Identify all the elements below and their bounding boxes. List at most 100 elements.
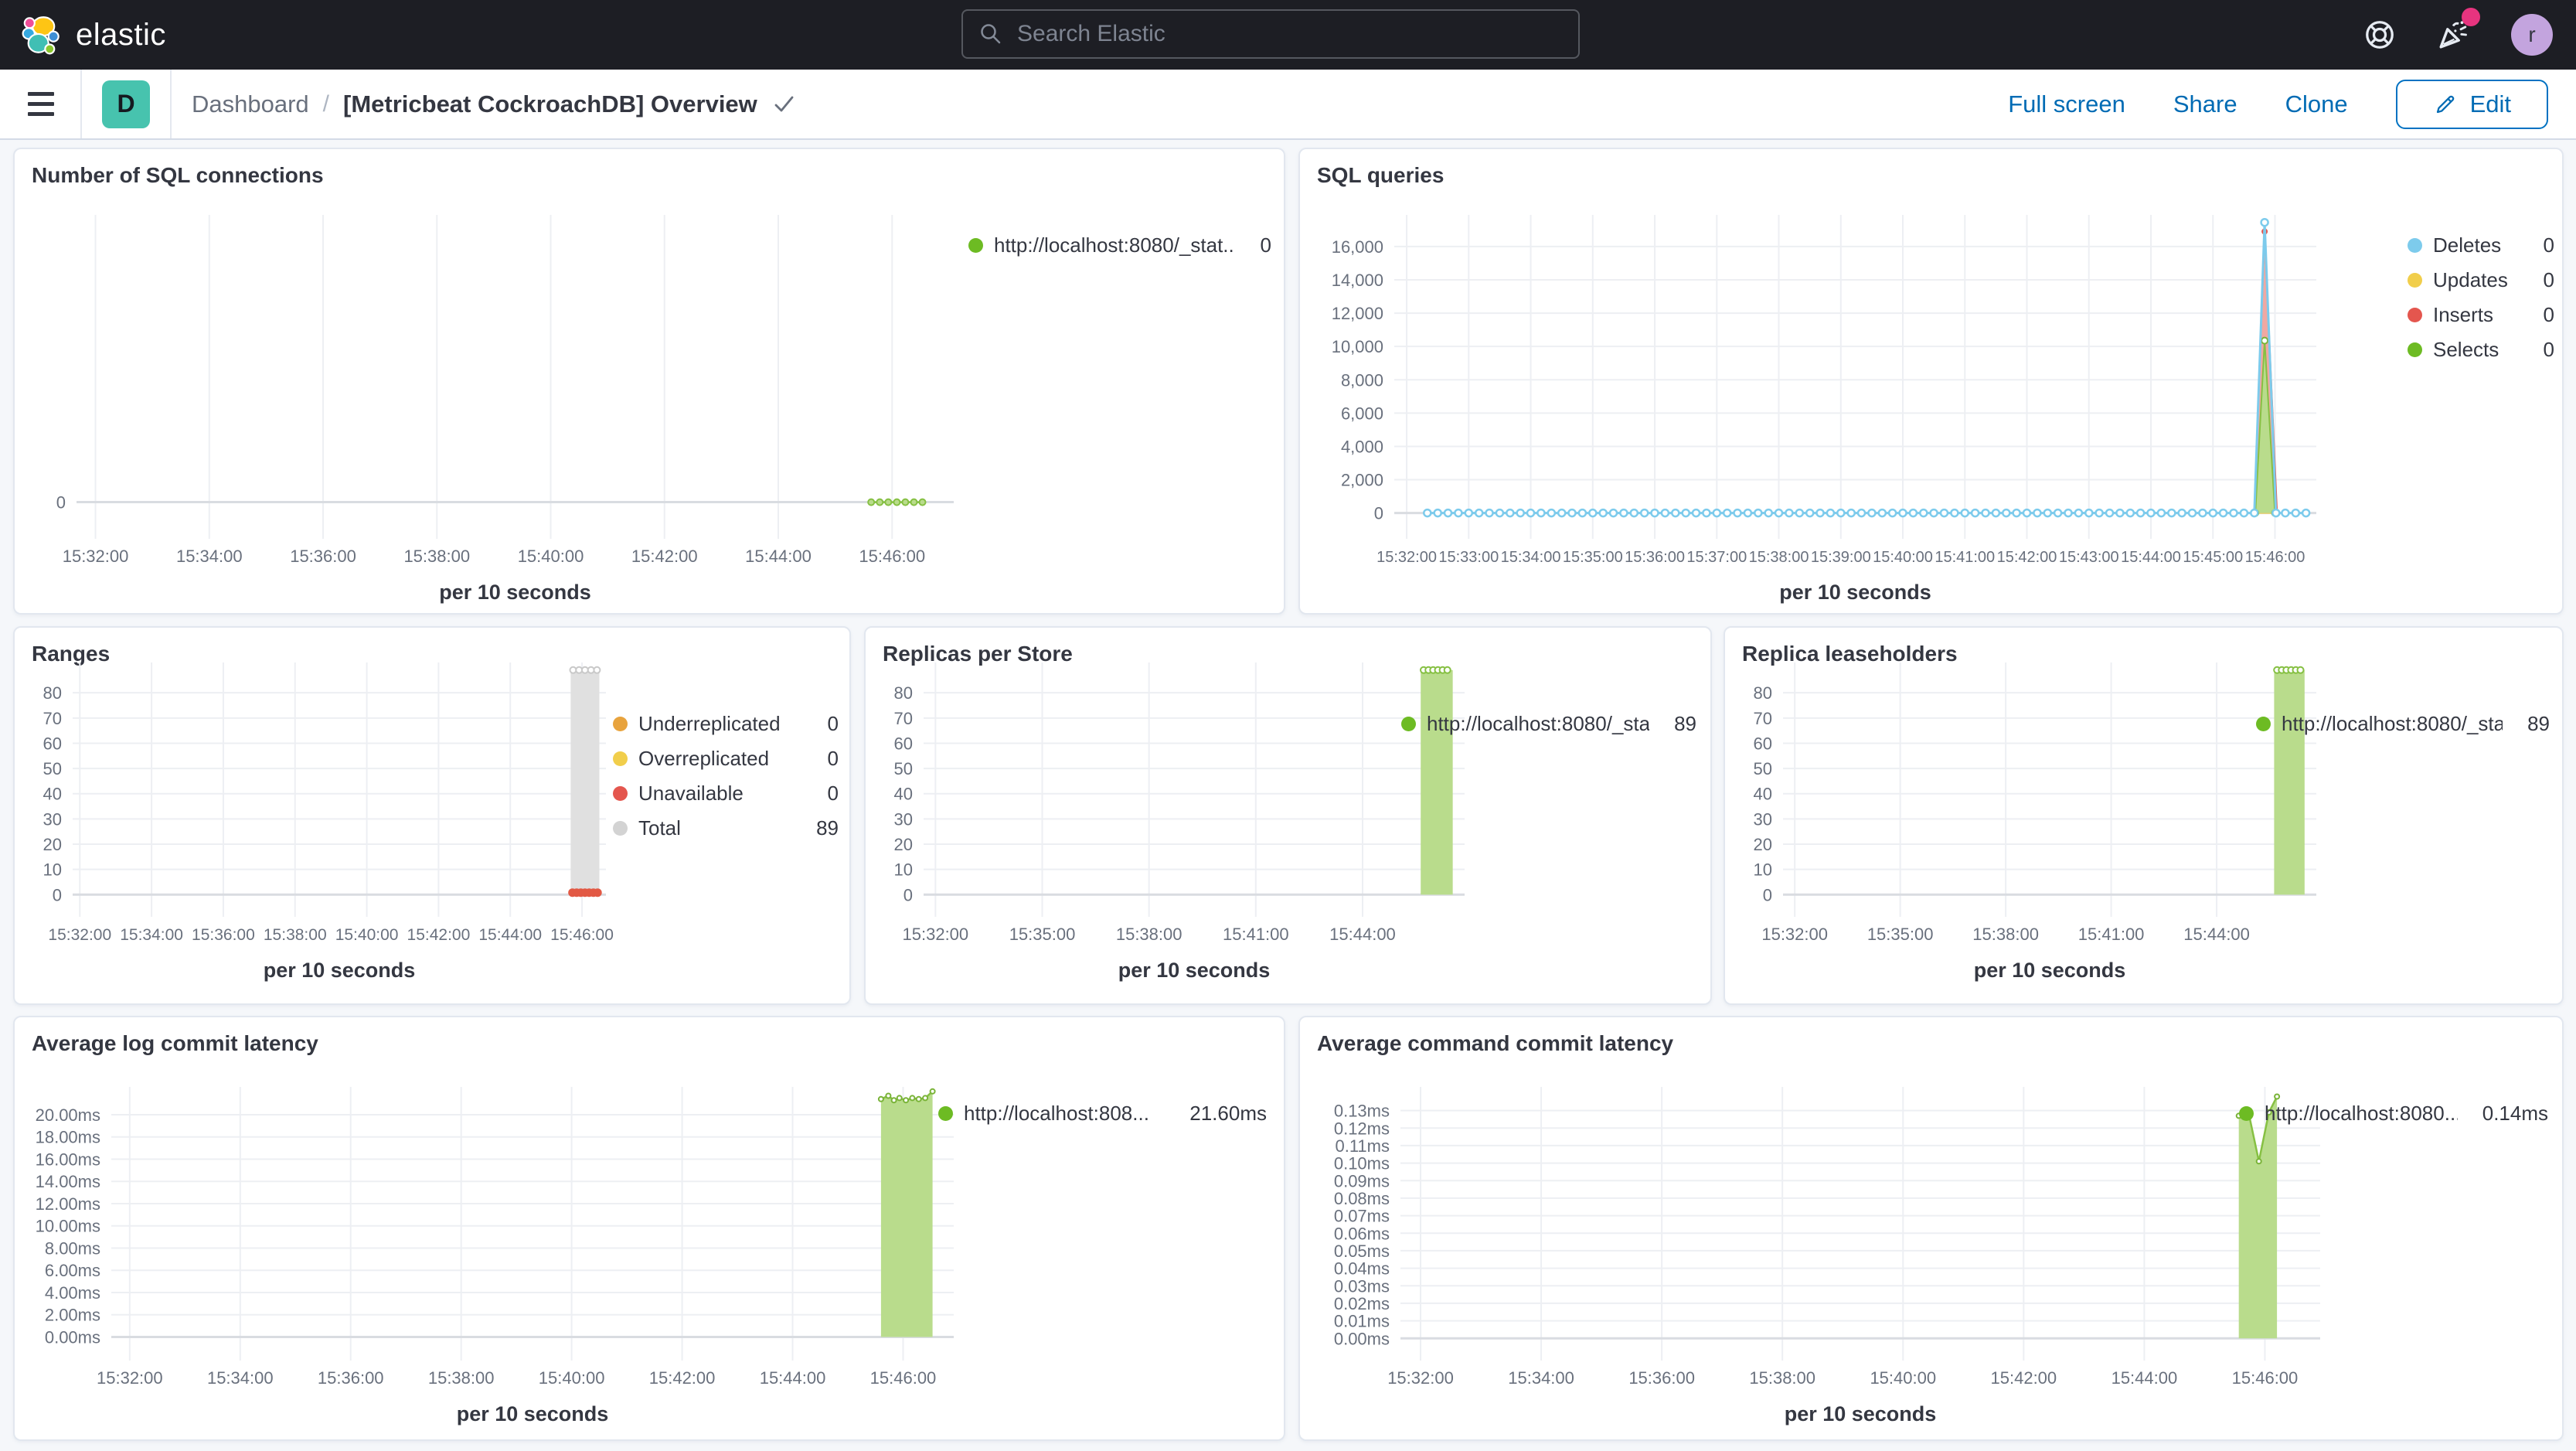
clone-button[interactable]: Clone [2285, 90, 2348, 118]
legend-item[interactable]: Inserts 0 [2408, 298, 2554, 332]
edit-button[interactable]: Edit [2395, 79, 2548, 129]
menu-icon[interactable] [28, 92, 54, 116]
svg-text:80: 80 [894, 683, 913, 703]
space-badge[interactable]: D [102, 80, 150, 128]
svg-text:0.08ms: 0.08ms [1334, 1189, 1390, 1208]
svg-text:15:36:00: 15:36:00 [192, 926, 255, 944]
svg-text:0.04ms: 0.04ms [1334, 1259, 1390, 1279]
legend-item[interactable]: Deletes 0 [2408, 228, 2554, 263]
svg-text:10: 10 [1754, 860, 1772, 880]
legend-label: Unavailable [638, 782, 744, 805]
legend-label: Updates [2433, 268, 2508, 291]
svg-text:15:33:00: 15:33:00 [1438, 549, 1499, 566]
svg-text:2.00ms: 2.00ms [45, 1306, 100, 1325]
svg-text:15:37:00: 15:37:00 [1686, 549, 1747, 566]
legend-label: http://localhost:8080/_stat... [994, 233, 1236, 257]
svg-text:15:40:00: 15:40:00 [518, 547, 584, 566]
legend-label: http://localhost:8080/_sta... [2282, 712, 2503, 735]
legend-value: 0 [2543, 233, 2554, 257]
legend-item[interactable]: http://localhost:8080/_sta... 89 [2256, 707, 2550, 741]
svg-text:0.09ms: 0.09ms [1334, 1171, 1390, 1190]
legend-dot [2408, 342, 2422, 357]
svg-text:15:42:00: 15:42:00 [407, 926, 471, 944]
legend-item[interactable]: http://localhost:8080... 0.14ms [2239, 1096, 2548, 1131]
svg-text:14,000: 14,000 [1332, 271, 1383, 290]
legend: http://localhost:8080... 0.14ms [2239, 1096, 2548, 1131]
svg-text:0.00ms: 0.00ms [45, 1327, 100, 1347]
chart-ranges[interactable]: 0 10 20 30 40 50 60 70 80 15:32:00 15:34:00 15:36:0… [15, 651, 633, 1005]
share-button[interactable]: Share [2173, 90, 2237, 118]
svg-text:50: 50 [1754, 759, 1772, 778]
svg-text:0.00ms: 0.00ms [1334, 1329, 1390, 1348]
svg-text:15:38:00: 15:38:00 [403, 547, 470, 566]
panel-replica-leaseholders: Replica leaseholders 0 10 20 30 40 50 60 70 80 15… [1724, 626, 2564, 1005]
chart-number-of-sql-connections[interactable]: 0 15:32:00 15:34:00 15:36:00 15:38:00 15:40:0… [15, 196, 989, 613]
full-screen-button[interactable]: Full screen [2008, 90, 2125, 118]
legend-item[interactable]: http://localhost:8080/_sta... 89 [1401, 707, 1696, 741]
svg-text:20: 20 [894, 835, 913, 854]
svg-text:16,000: 16,000 [1332, 237, 1383, 257]
svg-text:15:44:00: 15:44:00 [2183, 925, 2250, 944]
legend: http://localhost:8080/_sta... 89 [1401, 707, 1696, 741]
global-search-box[interactable] [961, 9, 1580, 59]
legend-item[interactable]: http://localhost:808... 21.60ms [938, 1096, 1267, 1131]
brand-name: elastic [76, 17, 166, 52]
legend-item[interactable]: Selects 0 [2408, 332, 2554, 367]
svg-text:15:46:00: 15:46:00 [2232, 1368, 2299, 1388]
svg-text:8.00ms: 8.00ms [45, 1238, 100, 1258]
chart-replica-leaseholders[interactable]: 0 10 20 30 40 50 60 70 80 15:32:00 15:35:00 15:38:0… [1725, 651, 2343, 1005]
newsfeed-icon[interactable] [2435, 8, 2480, 53]
svg-text:per 10 seconds: per 10 seconds [1779, 581, 1931, 604]
svg-text:20: 20 [1754, 835, 1772, 854]
svg-text:15:40:00: 15:40:00 [1870, 1368, 1936, 1388]
svg-text:15:44:00: 15:44:00 [2112, 1368, 2178, 1388]
legend-value: 21.60ms [1189, 1102, 1267, 1125]
svg-text:15:46:00: 15:46:00 [870, 1368, 937, 1388]
chart-average-log-commit-latency[interactable]: 0.00ms 2.00ms 4.00ms 6.00ms 8.00ms 10.00ms 12.… [15, 1064, 989, 1441]
legend-item[interactable]: Overreplicated 0 [613, 741, 839, 776]
legend-item[interactable]: Total 89 [613, 811, 839, 846]
legend-dot [2408, 308, 2422, 322]
svg-text:15:40:00: 15:40:00 [1873, 549, 1933, 566]
user-avatar[interactable]: r [2511, 14, 2553, 56]
legend-item[interactable]: http://localhost:8080/_stat... 0 [968, 228, 1271, 263]
svg-text:80: 80 [1754, 683, 1772, 703]
legend-label: http://localhost:808... [964, 1102, 1149, 1125]
svg-text:6.00ms: 6.00ms [45, 1261, 100, 1280]
svg-text:15:41:00: 15:41:00 [1223, 925, 1289, 944]
svg-text:15:43:00: 15:43:00 [2059, 549, 2119, 566]
search-input[interactable] [1016, 20, 1563, 48]
svg-text:15:44:00: 15:44:00 [745, 547, 812, 566]
legend-dot [2256, 717, 2271, 731]
svg-text:0.02ms: 0.02ms [1334, 1294, 1390, 1313]
legend-dot [2408, 273, 2422, 288]
legend-item[interactable]: Underreplicated 0 [613, 707, 839, 741]
svg-text:15:44:00: 15:44:00 [478, 926, 542, 944]
chart-average-command-commit-latency[interactable]: 0.00ms0.01ms0.02ms0.03ms0.04ms0.05ms0.06… [1300, 1064, 2382, 1441]
legend-item[interactable]: Unavailable 0 [613, 776, 839, 811]
chart-replicas-per-store[interactable]: 0 10 20 30 40 50 60 70 80 15:32:00 15:35:00 15:38:0… [866, 651, 1492, 1005]
panel-sql-queries: SQL queries 0 2,000 4,000 6,000 8,000 10,000 1… [1298, 148, 2564, 615]
svg-text:18.00ms: 18.00ms [36, 1128, 100, 1147]
legend-dot [613, 821, 628, 836]
svg-text:15:42:00: 15:42:00 [649, 1368, 716, 1388]
svg-text:8,000: 8,000 [1341, 370, 1383, 390]
notification-dot [2462, 8, 2480, 26]
breadcrumb-dashboard-link[interactable]: Dashboard [192, 90, 309, 118]
svg-text:10: 10 [43, 860, 62, 880]
svg-text:15:35:00: 15:35:00 [1867, 925, 1934, 944]
legend-value: 89 [816, 816, 839, 840]
help-icon[interactable] [2364, 19, 2395, 50]
svg-text:4.00ms: 4.00ms [45, 1283, 100, 1303]
top-navigation-bar: elastic Search Elastic r [0, 0, 2576, 70]
chart-sql-queries[interactable]: 0 2,000 4,000 6,000 8,000 10,000 12,000 14,000 1… [1300, 196, 2382, 613]
legend-item[interactable]: Updates 0 [2408, 263, 2554, 298]
svg-text:15:40:00: 15:40:00 [335, 926, 399, 944]
svg-text:15:32:00: 15:32:00 [48, 926, 111, 944]
divider [170, 70, 172, 138]
panel-title: SQL queries [1317, 163, 1445, 187]
brand[interactable]: elastic [22, 0, 166, 70]
panel-ranges: Ranges 0 10 20 30 40 50 60 70 80 15:32:00 15:34:00… [13, 626, 851, 1005]
svg-text:per 10 seconds: per 10 seconds [1118, 959, 1271, 982]
svg-text:15:32:00: 15:32:00 [1761, 925, 1828, 944]
